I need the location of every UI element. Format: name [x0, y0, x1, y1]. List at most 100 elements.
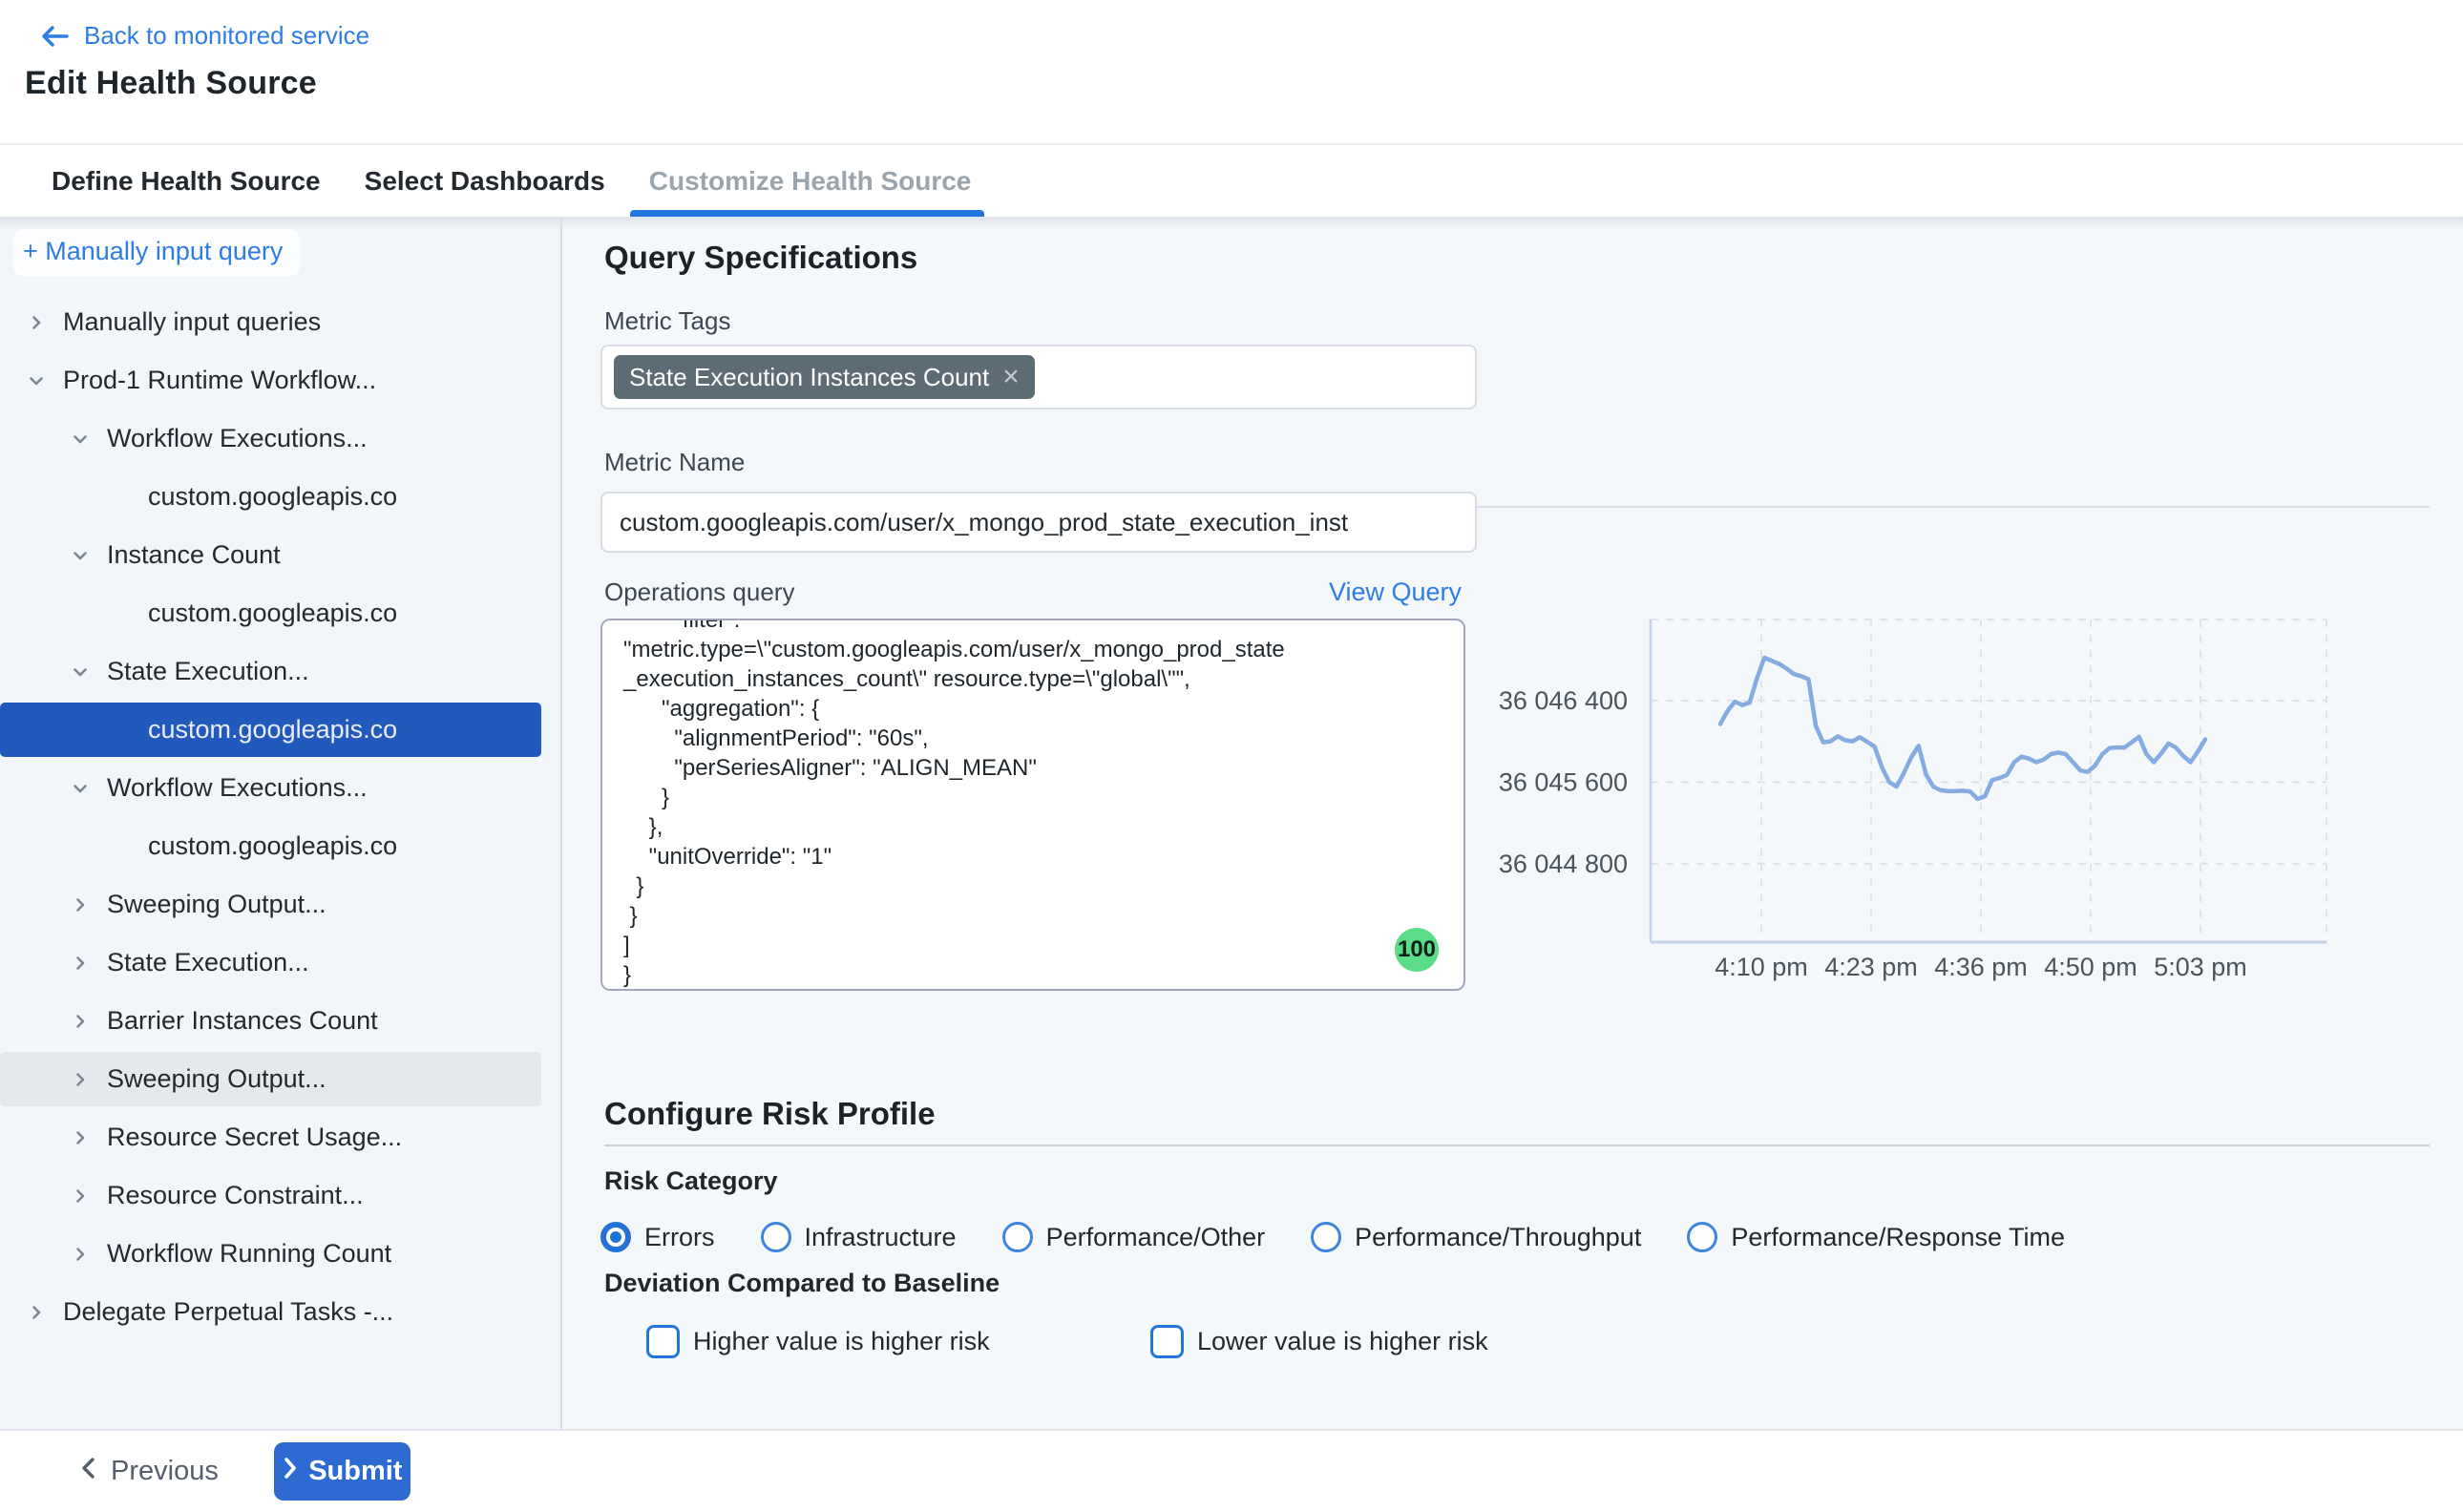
- previous-button[interactable]: Previous: [78, 1455, 219, 1489]
- edit-health-source-page: { "header": { "back_label": "Back to mon…: [0, 0, 2463, 1512]
- query-specifications-heading: Query Specifications: [604, 240, 917, 276]
- configure-risk-profile-heading: Configure Risk Profile: [604, 1096, 936, 1132]
- risk-category-radio-performance-response-time[interactable]: Performance/Response Time: [1687, 1222, 2065, 1252]
- metric-line-series: [1720, 658, 2205, 799]
- metric-tag-chip-label: State Execution Instances Count: [629, 363, 989, 392]
- svg-text:4:10 pm: 4:10 pm: [1715, 953, 1808, 981]
- query-score-badge: 100: [1395, 928, 1439, 972]
- tree-item-state-execution[interactable]: State Execution...: [0, 644, 541, 699]
- tree-item-workflow-executions[interactable]: Workflow Executions...: [0, 761, 541, 815]
- tree-item-custom-googleapis-co[interactable]: custom.googleapis.co: [0, 703, 541, 757]
- tree-item-label: Workflow Executions...: [107, 773, 368, 803]
- sidebar: + Manually input query Manually input qu…: [0, 217, 562, 1429]
- back-link-label: Back to monitored service: [84, 21, 369, 51]
- tab-customize-health-source[interactable]: Customize Health Source: [649, 145, 972, 217]
- chevron-right-icon: [69, 1185, 92, 1208]
- tab-define-health-source[interactable]: Define Health Source: [52, 145, 321, 217]
- tree-item-resource-constraint[interactable]: Resource Constraint...: [0, 1168, 541, 1223]
- chevron-right-icon: [69, 893, 92, 916]
- metric-tags-input[interactable]: State Execution Instances Count ×: [600, 345, 1477, 410]
- risk-category-options: Errors Infrastructure Performance/Other Per…: [600, 1210, 2111, 1264]
- operations-query-editor[interactable]: "filter": "metric.type=\"custom.googleap…: [600, 619, 1465, 991]
- view-query-link[interactable]: View Query: [1329, 578, 1462, 607]
- tree-item-resource-secret-usage[interactable]: Resource Secret Usage...: [0, 1110, 541, 1165]
- checkbox-icon: [1150, 1325, 1184, 1358]
- svg-text:36 044 800: 36 044 800: [1499, 850, 1628, 878]
- operations-query-text: "filter": "metric.type=\"custom.googleap…: [623, 619, 1444, 990]
- footer: Previous Submit: [0, 1429, 2463, 1512]
- metric-name-input[interactable]: [600, 492, 1477, 553]
- tree-item-barrier-instances-count[interactable]: Barrier Instances Count: [0, 994, 541, 1048]
- risk-category-radio-performance-other[interactable]: Performance/Other: [1002, 1222, 1266, 1252]
- deviation-options: Higher value is higher risk Lower value i…: [600, 1314, 1488, 1368]
- content: + Manually input query Manually input qu…: [0, 217, 2463, 1429]
- back-arrow-icon: [38, 22, 71, 51]
- risk-category-radio-performance-throughput[interactable]: Performance/Throughput: [1311, 1222, 1641, 1252]
- risk-category-radio-errors[interactable]: Errors: [600, 1222, 715, 1252]
- risk-category-label: Risk Category: [604, 1166, 778, 1196]
- tree-item-label: State Execution...: [107, 948, 309, 977]
- tree-item-state-execution[interactable]: State Execution...: [0, 935, 541, 990]
- tree-item-sweeping-output[interactable]: Sweeping Output...: [0, 877, 541, 932]
- tree-item-delegate-perpetual-tasks[interactable]: Delegate Perpetual Tasks -...: [0, 1285, 541, 1339]
- svg-text:4:23 pm: 4:23 pm: [1824, 953, 1918, 981]
- tree-item-manually-input-queries[interactable]: Manually input queries: [0, 295, 541, 349]
- deviation-label: Deviation Compared to Baseline: [604, 1269, 1000, 1298]
- svg-text:36 045 600: 36 045 600: [1499, 767, 1628, 796]
- tree-item-label: Sweeping Output...: [107, 1064, 326, 1094]
- chevron-down-icon: [69, 544, 92, 567]
- tree-item-label: Barrier Instances Count: [107, 1006, 378, 1036]
- tree-item-label: Resource Constraint...: [107, 1181, 364, 1210]
- tree-item-sweeping-output[interactable]: Sweeping Output...: [0, 1052, 541, 1106]
- submit-button[interactable]: Submit: [274, 1442, 410, 1501]
- chevron-right-icon: [69, 1068, 92, 1091]
- radio-icon: [1687, 1222, 1717, 1252]
- tree-item-label: Sweeping Output...: [107, 890, 326, 919]
- radio-label: Performance/Throughput: [1355, 1223, 1641, 1252]
- checkbox-icon: [646, 1325, 680, 1358]
- tree-item-workflow-running-count[interactable]: Workflow Running Count: [0, 1227, 541, 1281]
- chevron-left-icon: [78, 1455, 99, 1489]
- tree-item-custom-googleapis-co[interactable]: custom.googleapis.co: [0, 470, 541, 524]
- radio-icon: [1002, 1222, 1033, 1252]
- tree-item-custom-googleapis-co[interactable]: custom.googleapis.co: [0, 586, 541, 640]
- chevron-right-icon: [25, 311, 48, 334]
- back-link[interactable]: Back to monitored service: [38, 21, 369, 51]
- tree-item-label: custom.googleapis.co: [148, 715, 397, 745]
- chevron-right-icon: [69, 952, 92, 975]
- metric-name-label: Metric Name: [604, 448, 745, 477]
- submit-label: Submit: [308, 1456, 402, 1487]
- chevron-right-icon: [69, 1010, 92, 1033]
- deviation-checkbox-lower-value-is-higher-risk[interactable]: Lower value is higher risk: [1150, 1325, 1488, 1358]
- tree-item-label: custom.googleapis.co: [148, 482, 397, 512]
- risk-profile-divider: [604, 1144, 2430, 1146]
- tree-item-instance-count[interactable]: Instance Count: [0, 528, 541, 582]
- chevron-down-icon: [69, 661, 92, 683]
- radio-icon: [761, 1222, 791, 1252]
- previous-label: Previous: [111, 1456, 219, 1487]
- header: Back to monitored service Edit Health So…: [0, 0, 2463, 143]
- deviation-checkbox-higher-value-is-higher-risk[interactable]: Higher value is higher risk: [646, 1325, 1150, 1358]
- tree-item-workflow-executions[interactable]: Workflow Executions...: [0, 411, 541, 466]
- tab-select-dashboards[interactable]: Select Dashboards: [365, 145, 605, 217]
- svg-text:36 046 400: 36 046 400: [1499, 686, 1628, 715]
- remove-tag-icon[interactable]: ×: [1002, 363, 1020, 391]
- radio-label: Performance/Other: [1046, 1223, 1266, 1252]
- metric-tags-label: Metric Tags: [604, 306, 730, 336]
- manually-input-query-button[interactable]: + Manually input query: [13, 229, 300, 276]
- chevron-down-icon: [69, 777, 92, 800]
- checkbox-label: Lower value is higher risk: [1197, 1327, 1488, 1356]
- radio-label: Infrastructure: [805, 1223, 957, 1252]
- tree-item-label: Instance Count: [107, 540, 281, 570]
- chevron-down-icon: [25, 369, 48, 392]
- tree-item-label: Resource Secret Usage...: [107, 1123, 402, 1152]
- metric-tag-chip: State Execution Instances Count ×: [614, 355, 1035, 399]
- tree-item-prod-1-runtime-workflow[interactable]: Prod-1 Runtime Workflow...: [0, 353, 541, 408]
- svg-text:4:36 pm: 4:36 pm: [1934, 953, 2028, 981]
- tree-item-label: Workflow Running Count: [107, 1239, 391, 1269]
- tree-item-label: custom.googleapis.co: [148, 831, 397, 861]
- tab-bar: Define Health Source Select Dashboards Cus…: [0, 143, 2463, 217]
- tree-item-custom-googleapis-co[interactable]: custom.googleapis.co: [0, 819, 541, 873]
- tree-item-label: Workflow Executions...: [107, 424, 368, 453]
- risk-category-radio-infrastructure[interactable]: Infrastructure: [761, 1222, 957, 1252]
